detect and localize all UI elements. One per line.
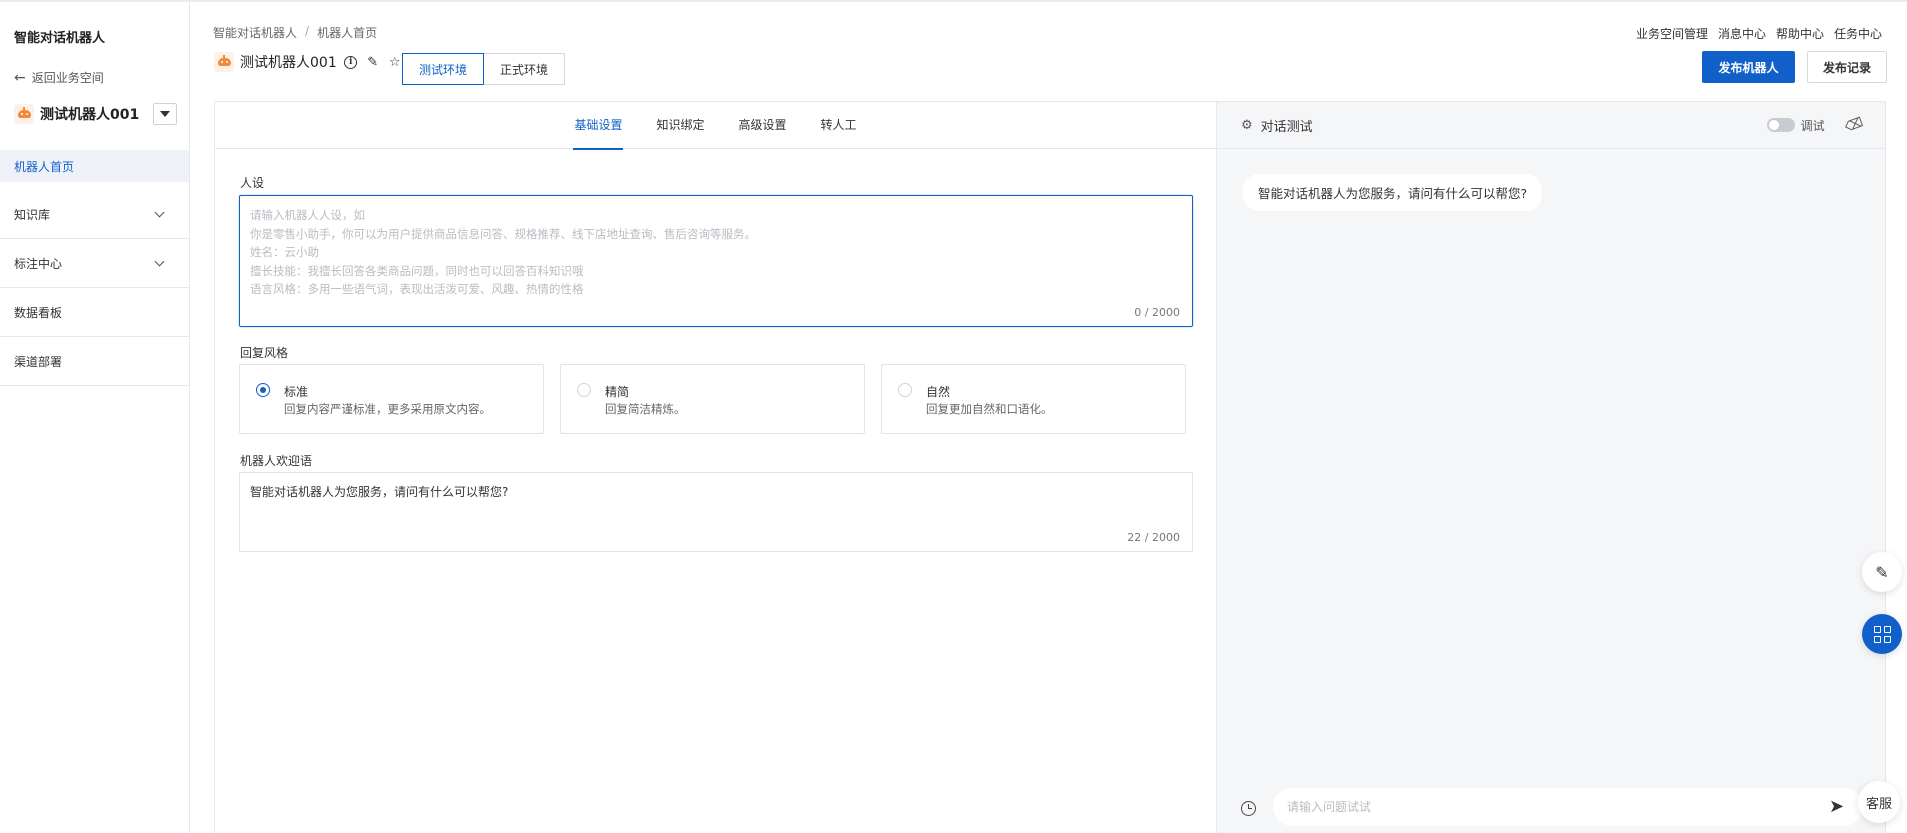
- back-arrow-icon: ←: [14, 69, 26, 86]
- environment-tabs: 测试环境 正式环境: [402, 53, 566, 85]
- bot-message-bubble: 智能对话机器人为您服务，请问有什么可以帮您?: [1243, 174, 1543, 211]
- welcome-char-counter: 22 / 2000: [1127, 531, 1180, 544]
- reply-style-desc: 回复更加自然和口语化。: [926, 402, 1053, 416]
- publish-history-button[interactable]: 发布记录: [1807, 51, 1887, 83]
- persona-textarea[interactable]: 请输入机器人人设，如 你是零售小助手，你可以为用户提供商品信息问答、规格推荐、线…: [239, 195, 1193, 327]
- reply-style-natural[interactable]: 自然 回复更加自然和口语化。: [881, 364, 1186, 434]
- sidebar-item-knowledge-base[interactable]: 知识库: [0, 190, 189, 239]
- edit-icon[interactable]: ✎: [365, 54, 381, 70]
- tab-basic-settings[interactable]: 基础设置: [573, 102, 624, 150]
- breadcrumb-separator: /: [305, 24, 310, 38]
- breadcrumb-item-current: 机器人首页: [317, 26, 378, 40]
- debug-toggle[interactable]: [1766, 118, 1795, 132]
- tab-knowledge-binding[interactable]: 知识绑定: [655, 102, 705, 149]
- sidebar-item-label: 渠道部署: [14, 354, 63, 369]
- grid-icon: [1873, 625, 1891, 643]
- sidebar-item-label: 知识库: [14, 207, 51, 222]
- chevron-down-icon: [154, 256, 165, 266]
- sidebar-item-label: 标注中心: [14, 256, 63, 271]
- reply-style-desc: 回复内容严谨标准，更多采用原文内容。: [284, 402, 491, 416]
- top-border: [0, 0, 1907, 2]
- welcome-label: 机器人欢迎语: [240, 454, 313, 468]
- sidebar-item-channel-deploy[interactable]: 渠道部署: [0, 337, 189, 386]
- sidebar-item-dashboard[interactable]: 数据看板: [0, 288, 189, 337]
- reply-style-name: 自然: [926, 385, 951, 399]
- floating-edit-button[interactable]: ✎: [1862, 552, 1902, 592]
- sidebar-item-label: 机器人首页: [14, 159, 75, 174]
- persona-char-counter: 0 / 2000: [1134, 306, 1180, 319]
- persona-placeholder: 请输入机器人人设，如 你是零售小助手，你可以为用户提供商品信息问答、规格推荐、线…: [250, 208, 756, 296]
- reply-style-concise[interactable]: 精简 回复简洁精炼。: [560, 364, 865, 434]
- radio-selected[interactable]: [256, 383, 270, 397]
- bot-selector-name: 测试机器人001: [40, 107, 140, 123]
- edit-icon: ✎: [1875, 562, 1889, 582]
- info-icon[interactable]: i: [343, 54, 359, 70]
- sidebar-item-label: 数据看板: [14, 305, 63, 320]
- clear-icon[interactable]: ⌫: [1843, 115, 1865, 135]
- chevron-down-icon: [154, 207, 165, 217]
- app-title: 智能对话机器人: [14, 31, 106, 46]
- reply-style-label: 回复风格: [240, 346, 289, 360]
- tab-production-environment[interactable]: 正式环境: [484, 53, 566, 85]
- gear-icon: ⚙: [1241, 117, 1253, 133]
- reply-style-desc: 回复简洁精炼。: [605, 402, 686, 416]
- chat-test-header: ⚙ 对话测试 调试 ⌫: [1217, 102, 1885, 149]
- reply-style-options: 标准 回复内容严谨标准，更多采用原文内容。 精简 回复简洁精炼。 自然 回复更加…: [239, 364, 1186, 434]
- reply-style-name: 精简: [605, 385, 630, 399]
- bot-selector[interactable]: 测试机器人001: [14, 103, 178, 125]
- bot-avatar-icon: [14, 104, 34, 124]
- bot-title-row: 测试机器人001 i ✎ ☆: [214, 52, 403, 72]
- link-help-center[interactable]: 帮助中心: [1776, 25, 1824, 42]
- star-icon[interactable]: ☆: [387, 54, 403, 70]
- sidebar-nav: 机器人首页 知识库 标注中心 数据看板 渠道部署: [0, 150, 189, 386]
- tab-test-environment[interactable]: 测试环境: [402, 53, 485, 85]
- link-workspace-management[interactable]: 业务空间管理: [1636, 25, 1708, 42]
- sidebar-item-annotation-center[interactable]: 标注中心: [0, 239, 189, 288]
- link-task-center[interactable]: 任务中心: [1834, 25, 1882, 42]
- breadcrumb-item[interactable]: 智能对话机器人: [213, 24, 297, 41]
- tab-human-handoff[interactable]: 转人工: [820, 102, 858, 149]
- welcome-textarea[interactable]: 智能对话机器人为您服务，请问有什么可以帮您? 22 / 2000: [239, 472, 1193, 552]
- chat-test-panel: ⚙ 对话测试 调试 ⌫ 智能对话机器人为您服务，请问有什么可以帮您? ➤: [1216, 101, 1886, 833]
- caret-down-icon: [160, 111, 171, 117]
- welcome-text: 智能对话机器人为您服务，请问有什么可以帮您?: [250, 485, 509, 499]
- bot-avatar-icon: [214, 52, 234, 72]
- floating-apps-button[interactable]: [1862, 614, 1902, 654]
- publish-bot-button[interactable]: 发布机器人: [1702, 51, 1795, 83]
- config-panel: 基础设置 知识绑定 高级设置 转人工 人设 请输入机器人人设，如 你是零售小助手…: [214, 101, 1217, 833]
- breadcrumb: 智能对话机器人 / 机器人首页: [213, 24, 377, 41]
- chat-input-row: ➤: [1217, 783, 1885, 833]
- bot-dropdown-button[interactable]: [153, 103, 178, 125]
- debug-toggle-group: 调试: [1766, 117, 1825, 134]
- chat-input[interactable]: [1273, 788, 1863, 826]
- persona-label: 人设: [240, 176, 265, 190]
- link-message-center[interactable]: 消息中心: [1718, 25, 1766, 42]
- radio-unselected[interactable]: [898, 383, 912, 397]
- debug-label: 调试: [1800, 118, 1825, 133]
- reply-style-standard[interactable]: 标准 回复内容严谨标准，更多采用原文内容。: [239, 364, 544, 434]
- customer-service-button[interactable]: 客服: [1858, 781, 1900, 823]
- clock-icon[interactable]: [1241, 800, 1256, 816]
- back-to-workspace-link[interactable]: ← 返回业务空间: [14, 69, 104, 86]
- sidebar: 智能对话机器人 ← 返回业务空间 测试机器人001 机器人首页 知识库 标注中心…: [0, 2, 190, 833]
- radio-unselected[interactable]: [577, 383, 591, 397]
- back-label: 返回业务空间: [31, 71, 104, 85]
- send-icon[interactable]: ➤: [1829, 796, 1844, 817]
- sidebar-item-bot-home[interactable]: 机器人首页: [0, 150, 189, 182]
- config-tabs: 基础设置 知识绑定 高级设置 转人工: [215, 102, 1216, 150]
- reply-style-name: 标准: [284, 385, 309, 399]
- chat-test-title: 对话测试: [1260, 119, 1313, 135]
- tab-advanced-settings[interactable]: 高级设置: [738, 102, 788, 149]
- top-links: 业务空间管理 消息中心 帮助中心 任务中心: [1636, 25, 1882, 42]
- bot-title: 测试机器人001: [240, 55, 337, 71]
